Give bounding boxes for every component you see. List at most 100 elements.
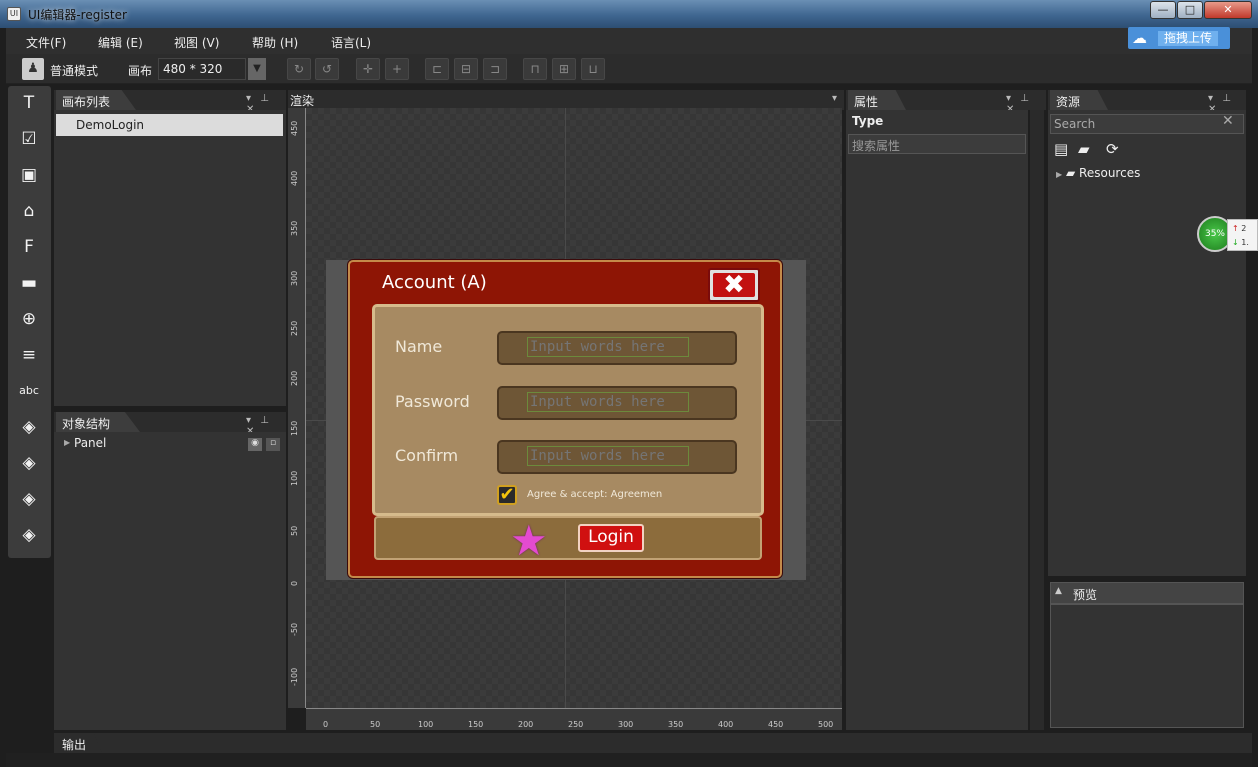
align-left-icon[interactable]: ⊏ xyxy=(425,58,449,80)
preview-title: 预览 xyxy=(1073,588,1098,602)
tab-resources[interactable]: 资源 xyxy=(1050,90,1108,110)
upload-label: 拖拽上传 xyxy=(1158,31,1219,46)
login-button[interactable]: Login xyxy=(578,524,644,552)
y-tick: 150 xyxy=(290,420,299,436)
agree-label: Agree & accept: Agreemen xyxy=(527,489,663,500)
download-speed: 1. xyxy=(1241,238,1249,247)
canvas-size-label: 画布 xyxy=(128,64,153,78)
y-tick: 400 xyxy=(290,170,299,186)
password-label: Password xyxy=(395,392,470,411)
textfield-tool-icon[interactable]: abc xyxy=(16,378,42,404)
layer-group-tool-icon[interactable]: ◈ xyxy=(16,522,42,548)
list-tool-icon[interactable]: ≡ xyxy=(16,342,42,368)
minimize-button[interactable]: — xyxy=(1150,1,1176,19)
star-icon: ★ xyxy=(510,516,548,565)
clear-search-icon[interactable]: ✕ xyxy=(1222,113,1234,129)
upload-speed: 2 xyxy=(1241,224,1247,233)
panel-menu-icon[interactable]: ▾ xyxy=(832,93,840,104)
new-file-icon[interactable]: ▤ xyxy=(1054,140,1072,158)
menu-language[interactable]: 语言(L) xyxy=(331,34,371,51)
close-window-button[interactable]: ✕ xyxy=(1204,1,1252,19)
arrow-down-icon: ↓ xyxy=(1232,238,1239,247)
window-title: UI编辑器-register xyxy=(28,8,127,22)
output-panel-header: 输出 xyxy=(54,733,1252,753)
tab-output[interactable]: 输出 xyxy=(56,733,102,753)
rotate-ccw-icon[interactable]: ↺ xyxy=(315,58,339,80)
layer-tool-icon[interactable]: ◈ xyxy=(16,414,42,440)
name-input[interactable] xyxy=(527,337,689,357)
network-monitor-widget[interactable]: 35% ↑ 2 ↓ 1. xyxy=(1197,216,1258,254)
menu-view[interactable]: 视图 (V) xyxy=(174,34,219,51)
progress-tool-icon[interactable]: ⊕ xyxy=(16,306,42,332)
dialog-footer: ★ Login xyxy=(374,516,762,565)
folder-icon[interactable]: ▰ xyxy=(1078,140,1096,158)
arrow-up-icon: ↑ xyxy=(1232,224,1239,233)
align-right-icon[interactable]: ⊐ xyxy=(483,58,507,80)
align-center-icon[interactable]: ⊟ xyxy=(454,58,478,80)
confirm-input[interactable] xyxy=(527,446,689,466)
image-tool-icon[interactable]: ▣ xyxy=(16,162,42,188)
canvas-size-select[interactable]: 480 * 320 xyxy=(158,58,246,80)
slider-tool-icon[interactable]: ▬ xyxy=(16,270,42,296)
layers-tool-icon[interactable]: ◈ xyxy=(16,450,42,476)
x-tick: 0 xyxy=(323,720,329,729)
property-search-input[interactable]: 搜索属性 xyxy=(848,134,1026,154)
rotate-cw-icon[interactable]: ↻ xyxy=(287,58,311,80)
confirm-field[interactable] xyxy=(497,440,737,474)
tag-tool-icon[interactable]: ⌂ xyxy=(16,198,42,224)
font-tool-icon[interactable]: F xyxy=(16,234,42,260)
text-tool-icon[interactable]: T xyxy=(16,90,42,116)
object-tree-header: 对象结构 ▾ ⊥ ✕ xyxy=(54,412,286,437)
person-icon[interactable]: ♟ xyxy=(22,58,44,80)
properties-scrollbar[interactable] xyxy=(1030,110,1044,730)
menu-edit[interactable]: 编辑 (E) xyxy=(98,34,143,51)
expand-arrow-icon[interactable]: ▶ xyxy=(64,438,70,447)
preview-header[interactable]: ▲ 预览 xyxy=(1050,582,1244,604)
name-field[interactable] xyxy=(497,331,737,365)
cloud-share-icon: ☁ xyxy=(1132,29,1147,47)
crosshair-icon[interactable]: + xyxy=(385,58,409,80)
layer-stack-tool-icon[interactable]: ◈ xyxy=(16,486,42,512)
menu-help[interactable]: 帮助 (H) xyxy=(252,34,298,51)
menu-bar: 文件(F) 编辑 (E) 视图 (V) 帮助 (H) 语言(L) xyxy=(6,28,1252,54)
type-label: Type xyxy=(852,114,884,128)
center-icon[interactable]: ✛ xyxy=(356,58,380,80)
eye-icon[interactable]: ◉ xyxy=(248,438,262,451)
render-title: 渲染 xyxy=(290,94,315,108)
mode-label[interactable]: 普通模式 xyxy=(50,62,98,79)
expand-arrow-icon[interactable]: ▶ xyxy=(1056,170,1062,179)
password-field[interactable] xyxy=(497,386,737,420)
tab-object-tree[interactable]: 对象结构 xyxy=(56,412,140,432)
tree-row-panel[interactable]: ▶ Panel ◉ ▫ xyxy=(56,436,283,454)
form-panel: Name Password Confirm ✔ Agree & accept: … xyxy=(372,304,764,516)
agree-checkbox[interactable]: ✔ xyxy=(497,485,517,505)
upload-button[interactable]: ☁ 拖拽上传 xyxy=(1128,27,1230,49)
y-tick: 250 xyxy=(290,320,299,336)
resource-tree-root[interactable]: ▶ ▰ Resources xyxy=(1056,166,1140,180)
resource-search-input[interactable]: Search xyxy=(1050,114,1244,134)
account-dialog[interactable]: Account (A) ✖ Name Password Confirm ✔ Ag… xyxy=(348,260,782,578)
x-tick: 400 xyxy=(718,720,734,729)
folder-icon: ▰ xyxy=(1065,166,1076,180)
app-icon: UI xyxy=(7,7,21,21)
align-bottom-icon[interactable]: ⊔ xyxy=(581,58,605,80)
tab-properties[interactable]: 属性 xyxy=(848,90,906,110)
lock-icon[interactable]: ▫ xyxy=(266,438,280,451)
preview-panel xyxy=(1050,604,1244,728)
chevron-down-icon[interactable]: ▼ xyxy=(248,58,266,80)
align-top-icon[interactable]: ⊓ xyxy=(523,58,547,80)
tab-canvas-list[interactable]: 画布列表 xyxy=(56,90,136,110)
refresh-icon[interactable]: ⟳ xyxy=(1106,140,1124,158)
align-middle-icon[interactable]: ⊞ xyxy=(552,58,576,80)
maximize-button[interactable]: □ xyxy=(1177,1,1203,19)
collapse-icon[interactable]: ▲ xyxy=(1055,586,1062,596)
dialog-close-button[interactable]: ✖ xyxy=(708,268,760,302)
checkbox-tool-icon[interactable]: ☑ xyxy=(16,126,42,152)
menu-file[interactable]: 文件(F) xyxy=(26,34,66,51)
y-tick: 0 xyxy=(290,580,299,586)
canvas-list-item[interactable]: DemoLogin xyxy=(56,114,283,136)
x-tick: 450 xyxy=(768,720,784,729)
y-tick: 50 xyxy=(290,525,299,536)
y-tick: 300 xyxy=(290,270,299,286)
password-input[interactable] xyxy=(527,392,689,412)
